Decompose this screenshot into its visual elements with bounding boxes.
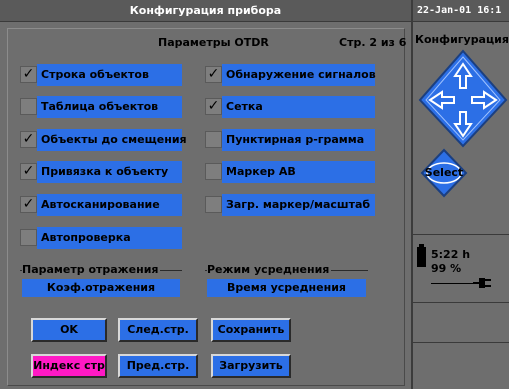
battery-icon (417, 247, 426, 267)
page-header: Параметры OTDR (158, 36, 269, 49)
group-title: Параметр отражения (22, 263, 161, 276)
page-index-button[interactable]: Индекс стр (31, 354, 107, 378)
power-plug-icon (473, 278, 491, 288)
checkbox[interactable] (205, 131, 222, 148)
checkbox[interactable] (20, 98, 37, 115)
option-label: Автосканирование (37, 194, 182, 216)
clock: 22-Jan-01 16:1 (413, 0, 509, 22)
next-page-button[interactable]: След.стр. (118, 318, 198, 342)
option-label: Маркер АВ (222, 161, 375, 183)
checkbox[interactable] (20, 229, 37, 246)
dpad[interactable] (417, 48, 509, 148)
checkbox[interactable]: ✓ (20, 163, 37, 180)
divider (413, 302, 509, 303)
checkbox[interactable]: ✓ (205, 66, 222, 83)
save-button[interactable]: Сохранить (211, 318, 291, 342)
divider (413, 342, 509, 343)
battery-time: 5:22 h (431, 248, 471, 261)
option-label: Таблица объектов (37, 96, 182, 118)
averaging-mode-select[interactable]: Время усреднения (207, 279, 366, 297)
checkbox[interactable]: ✓ (20, 131, 37, 148)
option-label: Автопроверка (37, 227, 182, 249)
divider (413, 234, 509, 235)
select-button[interactable]: Select (420, 166, 468, 179)
option-label: Пунктирная р-грамма (222, 129, 375, 151)
option-label: Обнаружение сигналов (222, 64, 376, 86)
load-button[interactable]: Загрузить (211, 354, 291, 378)
checkbox[interactable]: ✓ (205, 98, 222, 115)
battery-percent: 99 % (431, 262, 462, 275)
power-line (431, 283, 477, 284)
checkbox[interactable]: ✓ (20, 196, 37, 213)
checkbox[interactable] (205, 196, 222, 213)
sidebar: 22-Jan-01 16:1 Конфигурация Select 5:22 … (411, 0, 509, 389)
reflection-param-group: Параметр отражения Коэф.отражения (20, 263, 182, 298)
ok-button[interactable]: OK (31, 318, 107, 342)
option-label: Загр. маркер/масштаб (222, 194, 375, 216)
checkbox[interactable]: ✓ (20, 66, 37, 83)
page-number: Стр. 2 из 6 (339, 36, 407, 49)
option-label: Привязка к объекту (37, 161, 182, 183)
option-label: Строка объектов (37, 64, 182, 86)
checkbox[interactable] (205, 163, 222, 180)
averaging-mode-group: Режим усреднения Время усреднения (205, 263, 368, 298)
main-area: Конфигурация прибора Параметры OTDR Стр.… (0, 0, 411, 389)
window-title: Конфигурация прибора (0, 0, 411, 22)
sidebar-title: Конфигурация (415, 33, 509, 46)
option-label: Объекты до смещения (37, 129, 187, 151)
group-title: Режим усреднения (207, 263, 332, 276)
option-label: Сетка (222, 96, 375, 118)
prev-page-button[interactable]: Пред.стр. (118, 354, 198, 378)
reflection-param-select[interactable]: Коэф.отражения (22, 279, 180, 297)
